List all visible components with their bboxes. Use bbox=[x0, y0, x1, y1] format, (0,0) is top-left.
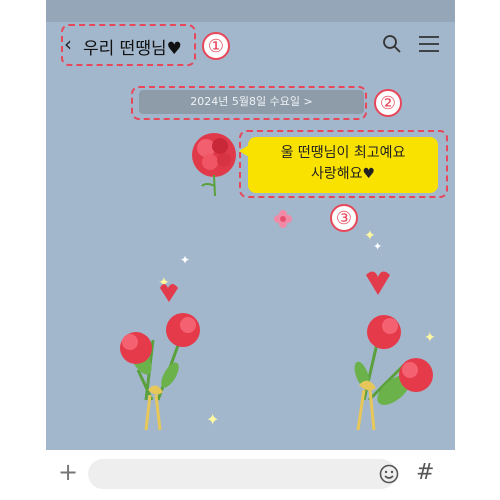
annotation-number-2: ② bbox=[374, 89, 402, 117]
annotation-box-3 bbox=[239, 130, 448, 198]
annotation-box-1 bbox=[61, 24, 196, 66]
annotation-number-3: ③ bbox=[330, 204, 358, 232]
status-bar bbox=[46, 0, 455, 22]
sparkle-icon: ✦ bbox=[373, 240, 383, 253]
smiley-icon[interactable] bbox=[379, 464, 399, 488]
message-input[interactable] bbox=[88, 459, 396, 489]
carnation-bouquet-left-illustration bbox=[120, 284, 200, 431]
plus-icon[interactable]: + bbox=[58, 458, 78, 486]
message-input-bar: + # bbox=[46, 450, 455, 500]
sparkle-icon: ✦ bbox=[180, 253, 191, 267]
annotation-number-1: ① bbox=[202, 32, 230, 60]
profile-avatar[interactable] bbox=[186, 130, 246, 200]
chat-screen: ‹ 우리 떤땡님♥ 2024년 5월8일 수요일 > 울 떤땡님이 최고예요 사… bbox=[46, 0, 455, 500]
hamburger-menu-icon[interactable] bbox=[418, 34, 440, 58]
carnation-bouquet-right-illustration bbox=[354, 271, 433, 431]
flower-sticker-icon bbox=[274, 210, 292, 228]
hashtag-button[interactable]: # bbox=[416, 460, 434, 485]
annotation-box-2 bbox=[131, 86, 367, 120]
search-icon[interactable] bbox=[382, 34, 402, 58]
